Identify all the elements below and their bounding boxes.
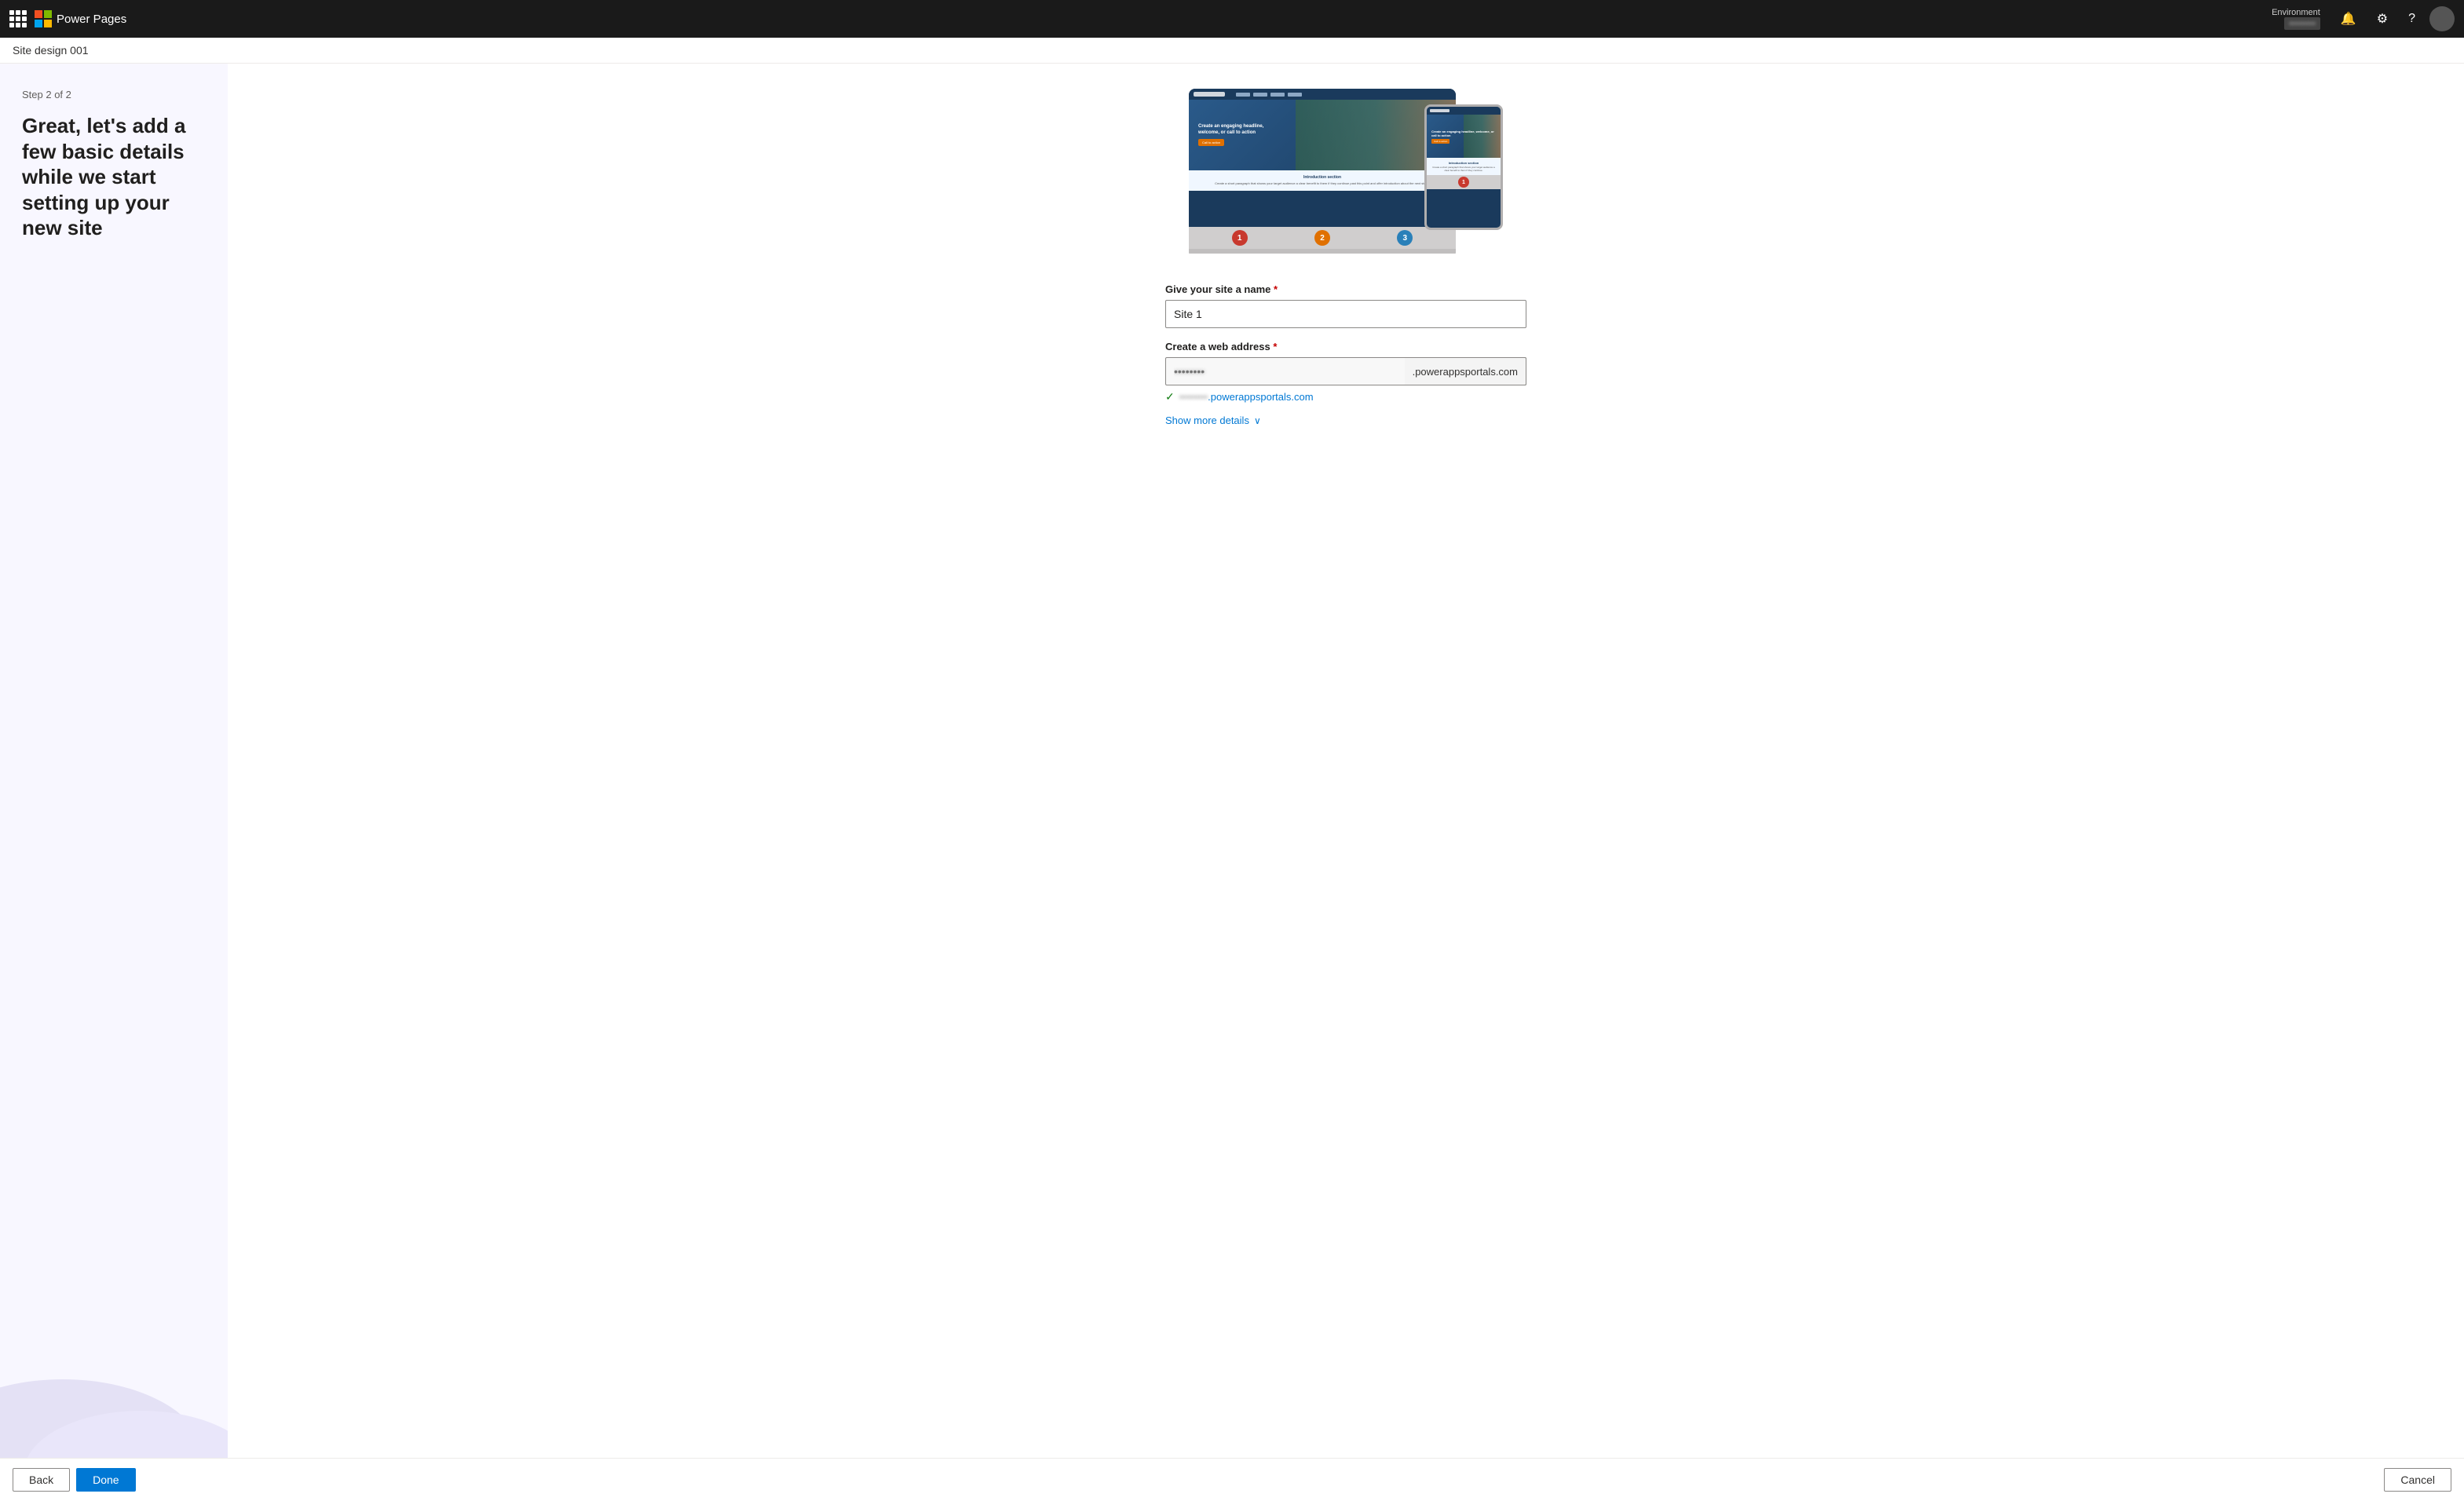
step-badges: 1 2 3 [1189,227,1456,249]
footer: Back Done Cancel [0,1458,2464,1501]
left-panel: Step 2 of 2 Great, let's add a few basic… [0,64,228,1458]
verify-checkmark-icon: ✓ [1165,390,1175,404]
site-name-required: * [1274,283,1278,295]
top-navigation: Power Pages Environment •••••••• 🔔 ⚙ ? [0,0,2464,38]
environment-selector[interactable]: Environment •••••••• [2272,8,2320,30]
phone-navbar [1427,107,1501,115]
cancel-button[interactable]: Cancel [2384,1468,2451,1492]
laptop-intro: Introduction section Create a short para… [1189,170,1456,191]
laptop-nav-logo [1194,92,1225,97]
environment-name: •••••••• [2284,17,2320,30]
verify-link[interactable]: ••••••••.powerappsportals.com [1179,391,1314,403]
site-name-input[interactable] [1165,300,1526,328]
site-name-label: Give your site a name * [1165,283,1526,295]
phone-screen: Create an engaging headline, welcome, or… [1427,107,1501,228]
step-label: Step 2 of 2 [22,89,206,100]
main-layout: Step 2 of 2 Great, let's add a few basic… [0,64,2464,1458]
phone-intro: Introduction section Create a short para… [1427,158,1501,175]
chevron-down-icon: ∨ [1254,415,1261,426]
help-button[interactable]: ? [2402,7,2422,31]
step-badge-2: 2 [1314,230,1330,246]
show-more-details[interactable]: Show more details ∨ [1165,415,1526,426]
decorative-wave [0,1301,228,1458]
form-area: Give your site a name * Create a web add… [1165,283,1526,445]
laptop-screen: Create an engaging headline, welcome, or… [1189,89,1456,227]
page-subheader: Site design 001 [0,38,2464,64]
laptop-navbar [1189,89,1456,100]
waffle-menu[interactable] [9,10,27,27]
right-panel: Create an engaging headline, welcome, or… [228,64,2464,1458]
laptop-intro-title: Introduction section [1198,175,1446,180]
web-address-required: * [1273,341,1277,352]
laptop-mockup: Create an engaging headline, welcome, or… [1189,89,1456,254]
back-button[interactable]: Back [13,1468,70,1492]
laptop-intro-text: Create a short paragraph that shows your… [1198,181,1446,186]
page-title: Site design 001 [13,44,89,57]
phone-step-badge-1: 1 [1458,177,1469,188]
step-badge-3: 3 [1397,230,1413,246]
app-name: Power Pages [57,13,126,26]
phone-step-badges: 1 [1427,175,1501,189]
web-address-verify: ✓ ••••••••.powerappsportals.com [1165,390,1526,404]
laptop-hero-title: Create an engaging headline, welcome, or… [1198,124,1277,137]
phone-mockup: Create an engaging headline, welcome, or… [1424,104,1503,230]
laptop-hero: Create an engaging headline, welcome, or… [1189,100,1456,170]
microsoft-logo: Power Pages [35,10,126,27]
web-address-suffix: .powerappsportals.com [1405,357,1526,385]
laptop-hero-cta: Call to action [1198,139,1224,146]
notification-button[interactable]: 🔔 [2334,6,2363,31]
user-avatar[interactable] [2429,6,2455,31]
step-badge-1: 1 [1232,230,1248,246]
site-preview: Create an engaging headline, welcome, or… [1189,89,1503,261]
environment-label: Environment [2272,8,2320,17]
web-address-label: Create a web address * [1165,341,1526,352]
done-button[interactable]: Done [76,1468,135,1492]
laptop-nav-links [1236,93,1302,97]
phone-hero: Create an engaging headline, welcome, or… [1427,115,1501,158]
settings-button[interactable]: ⚙ [2371,6,2394,31]
laptop-base [1189,249,1456,254]
web-address-group: .powerappsportals.com [1165,357,1526,385]
step-heading: Great, let's add a few basic details whi… [22,113,206,241]
show-more-label: Show more details [1165,415,1249,426]
